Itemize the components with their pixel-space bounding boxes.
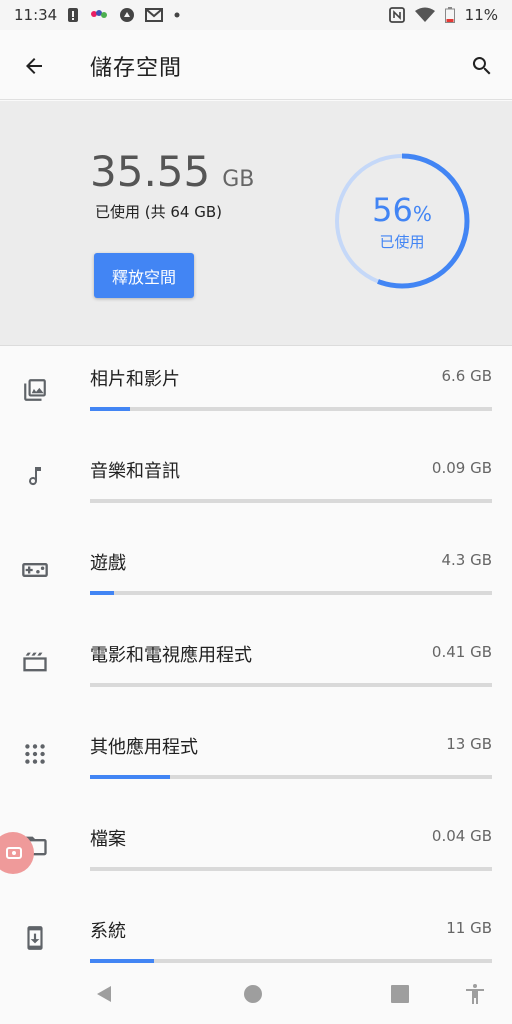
category-size: 0.04 GB <box>431 827 492 845</box>
category-usage-bar <box>90 867 492 871</box>
category-name: 其他應用程式 <box>90 737 198 758</box>
back-button[interactable] <box>18 50 50 82</box>
category-usage-bar <box>90 683 492 687</box>
category-list: 相片和影片 6.6 GB 音樂和音訊 0.09 GB 遊戲 4.3 GB 電影和… <box>0 347 512 991</box>
page-title: 儲存空間 <box>90 56 183 81</box>
category-usage-bar <box>90 591 492 595</box>
app-bar: 儲存空間 <box>0 30 512 100</box>
percent-label: 已使用 <box>379 233 425 251</box>
percent-sign: % <box>412 202 432 226</box>
category-size: 6.6 GB <box>441 367 492 385</box>
movie-icon <box>20 647 50 677</box>
nav-home-button[interactable] <box>239 980 267 1008</box>
floating-bubble-icon <box>6 847 22 859</box>
category-name: 音樂和音訊 <box>90 461 180 482</box>
category-files[interactable]: 檔案 0.04 GB <box>0 807 512 899</box>
category-usage-bar <box>90 499 492 503</box>
nav-recents-icon <box>391 985 409 1003</box>
usage-ring: 56% 已使用 <box>334 153 470 289</box>
nav-recents-button[interactable] <box>386 980 414 1008</box>
category-usage-fill <box>90 959 155 963</box>
battery-icon <box>444 7 455 23</box>
apps-grid-icon <box>20 739 50 769</box>
category-photos[interactable]: 相片和影片 6.6 GB <box>0 347 512 439</box>
used-amount: 35.55 GB <box>90 147 254 196</box>
accessibility-icon <box>466 984 484 1004</box>
category-name: 系統 <box>90 921 126 942</box>
nav-back-button[interactable] <box>90 980 118 1008</box>
category-games[interactable]: 遊戲 4.3 GB <box>0 531 512 623</box>
search-button[interactable] <box>466 50 498 82</box>
nfc-icon <box>388 7 405 23</box>
storage-summary: 35.55 GB 已使用 (共 64 GB) 釋放空間 56% 已使用 <box>0 101 512 346</box>
app-icon <box>89 8 109 22</box>
category-size: 13 GB <box>446 735 492 753</box>
gmail-icon <box>145 8 164 22</box>
battery-percent: 11% <box>464 6 498 24</box>
category-name: 電影和電視應用程式 <box>90 645 252 666</box>
used-description: 已使用 (共 64 GB) <box>95 203 223 221</box>
gamepad-icon <box>20 555 50 585</box>
category-usage-bar <box>90 407 492 411</box>
photo-icon <box>20 375 50 405</box>
category-size: 0.41 GB <box>431 643 492 661</box>
category-music[interactable]: 音樂和音訊 0.09 GB <box>0 439 512 531</box>
system-update-icon <box>20 923 50 953</box>
category-other-apps[interactable]: 其他應用程式 13 GB <box>0 715 512 807</box>
nav-home-icon <box>244 985 262 1003</box>
free-up-space-button[interactable]: 釋放空間 <box>94 253 194 298</box>
search-icon <box>472 57 491 75</box>
alert-icon <box>67 8 79 22</box>
category-movies-tv[interactable]: 電影和電視應用程式 0.41 GB <box>0 623 512 715</box>
arrow-back-icon <box>26 58 42 74</box>
status-bar: 11:34 11% <box>0 0 512 30</box>
category-size: 4.3 GB <box>441 551 492 569</box>
category-usage-fill <box>90 591 115 595</box>
music-note-icon <box>20 461 50 491</box>
category-name: 遊戲 <box>90 553 126 574</box>
category-name: 檔案 <box>90 829 126 850</box>
category-usage-fill <box>90 775 171 779</box>
category-size: 11 GB <box>446 919 492 937</box>
nav-back-icon <box>97 986 111 1002</box>
navigation-bar <box>0 964 512 1024</box>
more-dots-icon <box>173 11 181 19</box>
used-unit: GB <box>222 167 255 192</box>
category-usage-fill <box>90 407 131 411</box>
category-size: 0.09 GB <box>431 459 492 477</box>
wifi-icon <box>414 7 435 23</box>
circle-app-icon <box>119 7 135 23</box>
category-usage-bar <box>90 959 492 963</box>
percent-value: 56 <box>372 191 413 229</box>
status-time: 11:34 <box>14 6 58 24</box>
accessibility-button[interactable] <box>461 980 489 1008</box>
used-value: 35.55 <box>90 147 211 196</box>
category-name: 相片和影片 <box>90 369 180 390</box>
category-usage-bar <box>90 775 492 779</box>
